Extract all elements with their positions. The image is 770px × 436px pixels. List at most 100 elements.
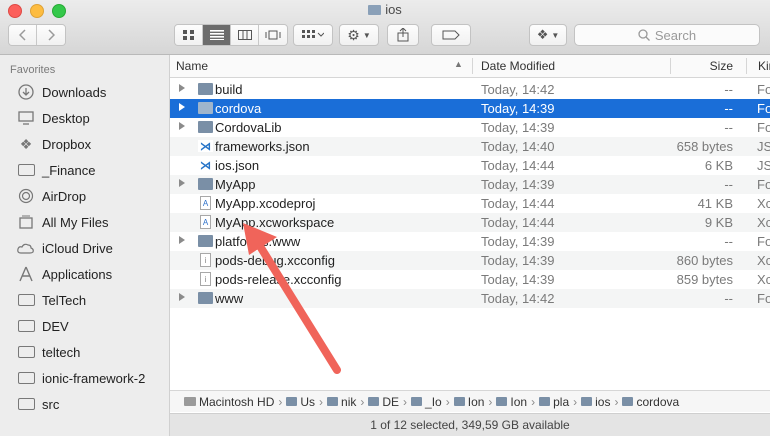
column-size[interactable]: Size	[710, 59, 733, 73]
file-size: --	[724, 234, 733, 249]
back-forward-control	[8, 24, 66, 46]
vscode-file-icon: ⋊	[198, 140, 213, 153]
file-row[interactable]: platforms.www Today, 14:39 -- Fo	[170, 232, 770, 251]
sidebar-item[interactable]: DEV	[16, 315, 166, 337]
path-crumb[interactable]: _Io	[411, 395, 442, 409]
sort-chevron-up-icon: ▲	[454, 59, 463, 69]
path-crumb-label: _Io	[425, 394, 442, 409]
sidebar-item-label: src	[42, 396, 60, 412]
dropbox-icon: ❖	[19, 135, 33, 152]
file-row[interactable]: build Today, 14:42 -- Fo	[170, 80, 770, 99]
column-kind[interactable]: Kir	[758, 59, 770, 73]
folder-icon	[198, 121, 213, 133]
cover-flow-view-button[interactable]	[259, 25, 287, 45]
sidebar-item[interactable]: TelTech	[16, 289, 166, 311]
file-row[interactable]: i pods-release.xcconfig Today, 14:39 859 by…	[170, 270, 770, 289]
folder-icon	[622, 397, 634, 406]
file-row[interactable]: A MyApp.xcworkspace Today, 14:44 9 KB Xc	[170, 213, 770, 232]
path-crumb[interactable]: pla	[539, 395, 569, 409]
file-date: Today, 14:39	[481, 101, 555, 116]
path-crumb-label: DE	[382, 394, 400, 409]
sidebar-item[interactable]: All My Files	[16, 211, 166, 233]
forward-button[interactable]	[37, 25, 65, 45]
sidebar-item[interactable]: teltech	[16, 341, 166, 363]
path-crumb[interactable]: cordova	[622, 395, 679, 409]
path-crumb[interactable]: Ion	[453, 395, 484, 409]
sidebar-item-label: AirDrop	[42, 188, 87, 204]
file-row[interactable]: ⋊ frameworks.json Today, 14:40 658 bytes JS	[170, 137, 770, 156]
file-name: platforms.www	[215, 234, 301, 249]
grid-icon	[182, 30, 194, 40]
column-view-button[interactable]	[231, 25, 259, 45]
file-row[interactable]: www Today, 14:42 -- Fo	[170, 289, 770, 308]
back-button[interactable]	[9, 25, 37, 45]
file-date: Today, 14:39	[481, 234, 555, 249]
sidebar-item[interactable]: src	[16, 393, 166, 415]
file-size: 859 bytes	[676, 272, 733, 287]
file-size: 9 KB	[704, 215, 733, 230]
path-crumb[interactable]: ios	[581, 395, 610, 409]
file-kind: Xc	[757, 196, 770, 211]
column-date[interactable]: Date Modified	[481, 59, 555, 73]
view-mode-control	[174, 24, 288, 46]
sidebar-item[interactable]: Desktop	[16, 107, 166, 129]
tags-button[interactable]	[431, 24, 471, 46]
share-button[interactable]	[387, 24, 419, 46]
window-title-text: ios	[385, 2, 402, 17]
search-field[interactable]: Search	[574, 24, 760, 46]
sidebar-item-label: ionic-framework-2	[42, 370, 146, 386]
icon-view-button[interactable]	[175, 25, 203, 45]
path-crumb[interactable]: DE	[368, 395, 399, 409]
file-name: pods-debug.xcconfig	[215, 253, 335, 268]
disclosure-triangle-icon[interactable]	[179, 84, 185, 92]
arrange-button[interactable]	[293, 24, 333, 46]
sidebar-item[interactable]: Applications	[16, 263, 166, 285]
sidebar-item[interactable]: ionic-framework-2	[16, 367, 166, 389]
file-row[interactable]: i pods-debug.xcconfig Today, 14:39 860 byte…	[170, 251, 770, 270]
gear-icon: ⚙	[347, 26, 360, 43]
folder-icon	[581, 397, 593, 406]
folder-icon	[368, 397, 380, 406]
path-crumb-label: ios	[595, 394, 611, 409]
status-bar: 1 of 12 selected, 349,59 GB available	[170, 413, 770, 436]
file-row[interactable]: ⋊ ios.json Today, 14:44 6 KB JS	[170, 156, 770, 175]
sidebar-item[interactable]: ❖ Dropbox	[16, 133, 166, 155]
finder-window: ios ⚙ ▼ ❖ ▼ Search Favorites Downloads Desk…	[0, 0, 770, 436]
file-row[interactable]: cordova Today, 14:39 -- Fo	[170, 99, 770, 118]
file-date: Today, 14:44	[481, 215, 555, 230]
file-row[interactable]: A MyApp.xcodeproj Today, 14:44 41 KB Xc	[170, 194, 770, 213]
column-name[interactable]: Name	[176, 59, 208, 73]
path-crumb[interactable]: Macintosh HD	[184, 395, 274, 409]
path-crumb[interactable]: nik	[327, 395, 356, 409]
path-separator-icon: ›	[573, 394, 578, 409]
sidebar-item[interactable]: _Finance	[16, 159, 166, 181]
file-name: CordovaLib	[215, 120, 282, 135]
path-crumb-label: Ion	[510, 394, 528, 409]
path-crumb-label: pla	[553, 394, 570, 409]
folder-icon	[16, 293, 36, 307]
file-size: 860 bytes	[676, 253, 733, 268]
disclosure-triangle-icon[interactable]	[179, 179, 185, 187]
file-name: www	[215, 291, 244, 306]
path-crumb[interactable]: Ion	[496, 395, 527, 409]
file-kind: Fo	[757, 177, 770, 192]
sidebar-item[interactable]: AirDrop	[16, 185, 166, 207]
disclosure-triangle-icon[interactable]	[179, 236, 185, 244]
sidebar-item[interactable]: iCloud Drive	[16, 237, 166, 259]
path-separator-icon: ›	[360, 394, 365, 409]
path-separator-icon: ›	[531, 394, 536, 409]
action-button[interactable]: ⚙ ▼	[339, 24, 379, 46]
path-separator-icon: ›	[319, 394, 324, 409]
file-row[interactable]: CordovaLib Today, 14:39 -- Fo	[170, 118, 770, 137]
file-row[interactable]: MyApp Today, 14:39 -- Fo	[170, 175, 770, 194]
disclosure-triangle-icon[interactable]	[179, 103, 185, 111]
dropbox-button[interactable]: ❖ ▼	[529, 24, 567, 46]
sidebar-item-label: TelTech	[42, 292, 87, 308]
disclosure-triangle-icon[interactable]	[179, 122, 185, 130]
disclosure-triangle-icon[interactable]	[179, 293, 185, 301]
list-view-button[interactable]	[203, 25, 231, 45]
sidebar-item[interactable]: Downloads	[16, 81, 166, 103]
folder-icon	[16, 319, 36, 333]
path-crumb[interactable]: Us	[286, 395, 315, 409]
path-crumb-label: Macintosh HD	[199, 394, 275, 409]
